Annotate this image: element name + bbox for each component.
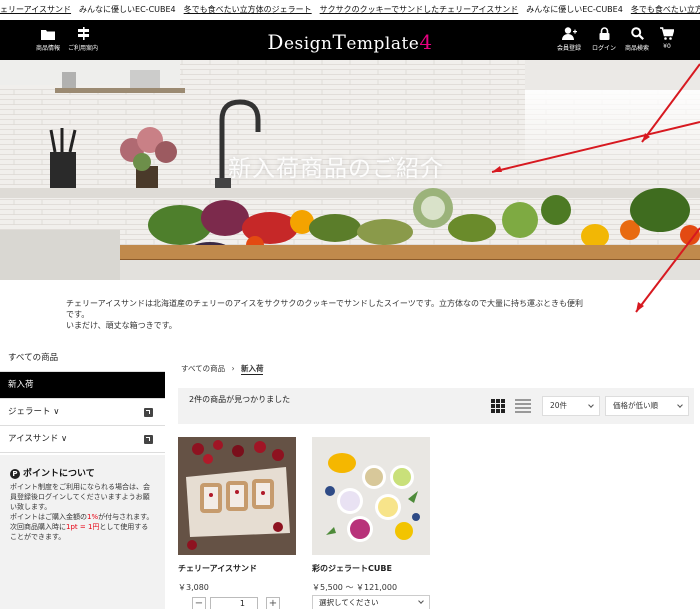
grid-view-icon[interactable] xyxy=(491,399,507,413)
ticker-item: みんなに優しいEC-CUBE4 xyxy=(526,5,623,14)
external-link-icon[interactable] xyxy=(144,408,153,417)
hero-title: 新入荷商品のご紹介 xyxy=(228,156,444,182)
product-card[interactable]: チェリーアイスサンド ￥3,080 xyxy=(178,437,296,593)
points-icon: P xyxy=(10,469,20,479)
list-view-icon[interactable] xyxy=(515,399,531,413)
ticker-item: みんなに優しいEC-CUBE4 xyxy=(79,5,176,14)
sidebar-item-ice-sandwich[interactable]: アイスサンド ∨ xyxy=(0,426,165,453)
quantity-decrease-button[interactable]: − xyxy=(192,597,206,609)
category-sidebar: すべての商品 新入荷 ジェラート ∨ アイスサンド ∨ P ポイントについて ポイ… xyxy=(0,345,165,609)
category-description: チェリーアイスサンドは北海道産のチェリーのアイスをサクサクのクッキーでサンドした… xyxy=(66,299,583,330)
sidebar-item-new-arrivals[interactable]: 新入荷 xyxy=(0,372,165,399)
header-item-login[interactable]: ログイン xyxy=(592,26,616,52)
external-link-icon[interactable] xyxy=(144,435,153,444)
product-price: ￥5,500 ～ ￥121,000 xyxy=(312,583,398,592)
result-count: 2件の商品が見つかりました xyxy=(189,395,291,404)
site-header: 商品情報 ご利用案内 DesignTemplate4 会員登録 ログイン 商品検… xyxy=(0,20,700,60)
ticker-item[interactable]: ェリーアイスサンド xyxy=(0,0,71,20)
ticker-item[interactable]: 冬でも食べたい立方体のジェラート xyxy=(184,0,312,20)
product-price: ￥3,080 xyxy=(178,583,209,592)
product-card[interactable]: 彩のジェラートCUBE ￥5,500 ～ ￥121,000 xyxy=(312,437,430,593)
quantity-increase-button[interactable]: + xyxy=(266,597,280,609)
product-option-select[interactable]: 選択してください xyxy=(312,595,430,609)
hero-banner[interactable]: 新入荷商品のご紹介 xyxy=(0,60,700,280)
lock-icon xyxy=(592,26,616,40)
product-name[interactable]: 彩のジェラートCUBE xyxy=(312,563,430,574)
header-item-register[interactable]: 会員登録 xyxy=(557,26,581,52)
chevron-down-icon xyxy=(677,402,683,408)
news-ticker: ェリーアイスサンド みんなに優しいEC-CUBE4 冬でも食べたい立方体のジェラート… xyxy=(0,0,700,20)
product-image[interactable] xyxy=(312,437,430,555)
chevron-down-icon xyxy=(588,402,594,408)
header-item-search[interactable]: 商品検索 xyxy=(625,26,649,52)
breadcrumb-current: 新入荷 xyxy=(240,364,264,375)
quantity-input[interactable]: 1 xyxy=(210,597,258,609)
search-icon xyxy=(625,26,649,40)
points-info: P ポイントについて ポイント制度をご利用になられる場合は、会員登録後ログインして… xyxy=(0,455,165,609)
listing-toolbar: 2件の商品が見つかりました 20件 価格が低い順 xyxy=(178,388,694,424)
cart-icon xyxy=(660,26,674,40)
product-name[interactable]: チェリーアイスサンド xyxy=(178,563,296,574)
chevron-down-icon xyxy=(418,598,424,604)
breadcrumb-root[interactable]: すべての商品 xyxy=(181,364,225,373)
product-image[interactable] xyxy=(178,437,296,555)
ticker-item[interactable]: サクサクのクッキーでサンドしたチェリーアイスサンド xyxy=(320,0,519,20)
per-page-select[interactable]: 20件 xyxy=(542,396,600,416)
breadcrumb: すべての商品 › 新入荷 xyxy=(181,364,264,375)
ticker-item[interactable]: 冬でも食べたい立方体のジェラート xyxy=(631,0,700,20)
sidebar-item-gelato[interactable]: ジェラート ∨ xyxy=(0,399,165,426)
sidebar-item-all-products[interactable]: すべての商品 xyxy=(0,345,165,372)
sort-select[interactable]: 価格が低い順 xyxy=(605,396,689,416)
header-item-cart[interactable]: ¥0 xyxy=(660,26,674,50)
user-plus-icon xyxy=(557,26,581,40)
